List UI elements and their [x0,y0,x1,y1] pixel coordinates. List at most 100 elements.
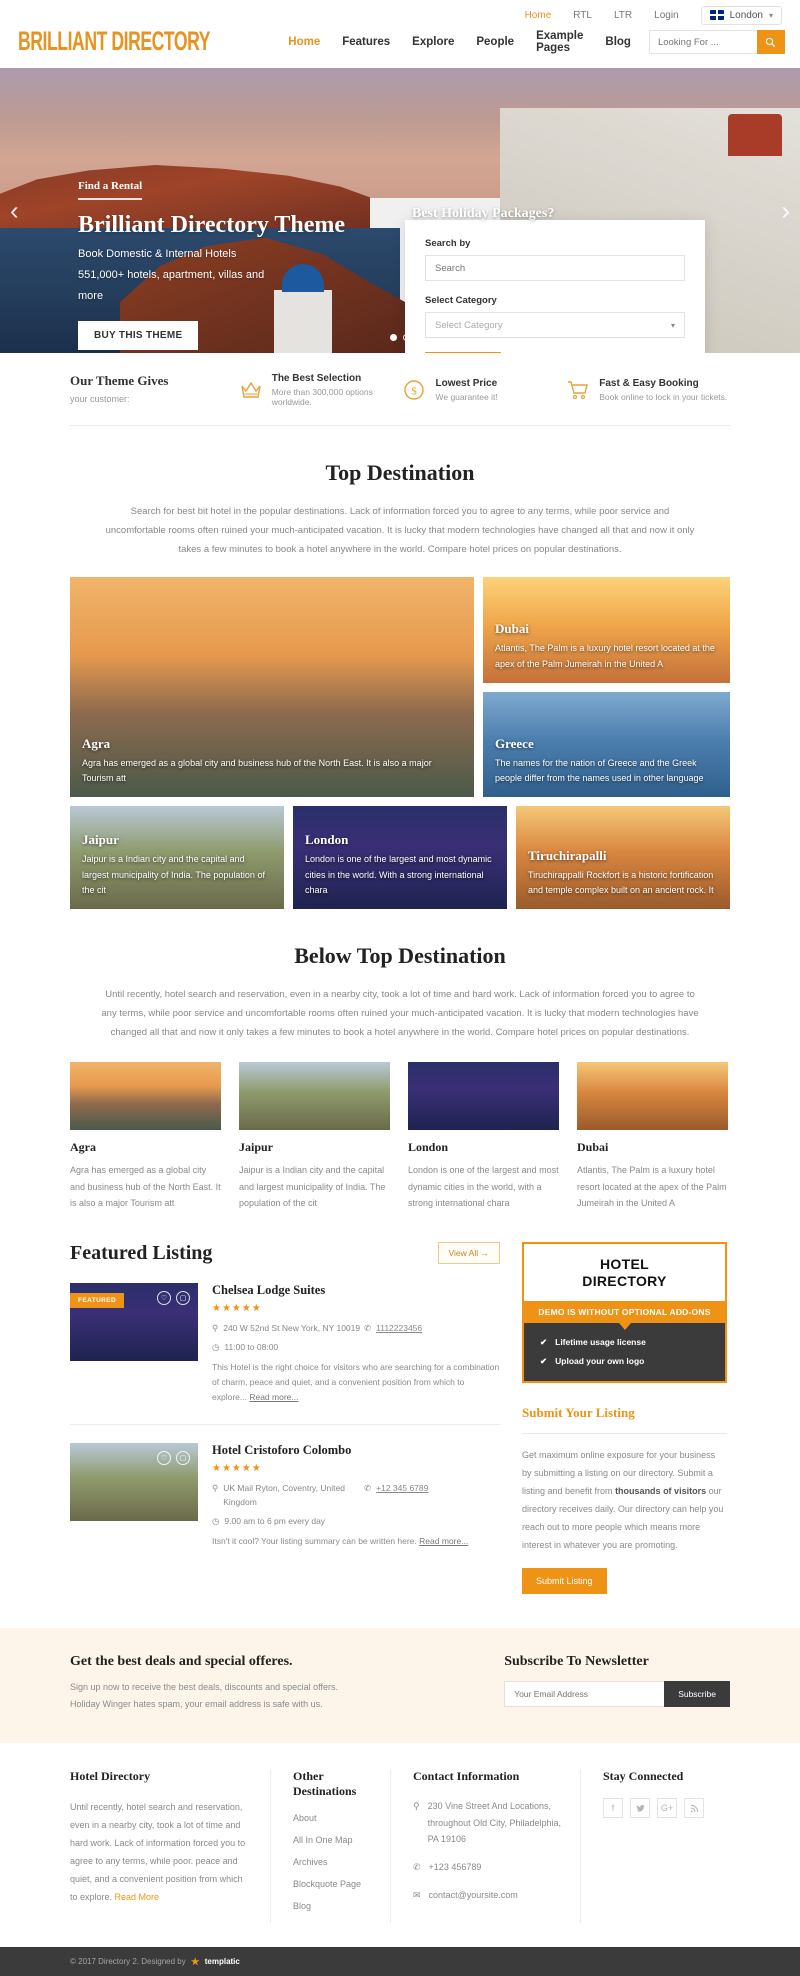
read-more-link[interactable]: Read more... [249,1392,298,1402]
destination-name: Jaipur [82,831,119,847]
favorite-heart-icon[interactable]: ♡ [157,1450,171,1465]
nav-item-blog[interactable]: Blog [605,36,631,48]
slider-prev-arrow[interactable]: ‹ [10,195,19,226]
destination-tile-greece[interactable]: Greece The names for the nation of Greec… [483,691,730,797]
nav-item-home[interactable]: Home [288,36,320,48]
feature-title: Lowest Price [435,378,498,389]
destination-tile-jaipur[interactable]: Jaipur Jaipur is a Indian city and the c… [70,806,284,909]
footer-link-blockquote-page[interactable]: Blockquote Page [293,1879,372,1889]
hero-search-input[interactable] [425,255,685,281]
listing-hours: 9.00 am to 6 pm every day [224,1516,326,1527]
topbar-link-rtl[interactable]: RTL [573,10,592,21]
check-icon: ✔ [540,1355,548,1366]
page-root: Home RTL LTR Login London ▾ BRILLIANT DI… [0,0,800,1976]
nav-item-people[interactable]: People [476,36,514,48]
topbar-link-ltr[interactable]: LTR [614,10,632,21]
google-plus-icon[interactable]: G+ [657,1798,677,1819]
below-destination-title: Below Top Destination [294,943,506,968]
favorite-heart-icon[interactable]: ♡ [157,1290,171,1305]
feature-lead-title: Our Theme Gives [70,373,169,388]
promo-banner[interactable]: HOTEL DIRECTORY DEMO IS WITHOUT OPTIONAL… [522,1241,727,1383]
listing-item[interactable]: FEATURED ♡ ▢ Chelsea Lodge Suites ★★★★★ … [70,1265,500,1424]
nav-item-explore[interactable]: Explore [412,36,454,48]
language-selector[interactable]: London ▾ [700,5,782,25]
language-label: London [729,9,763,21]
top-destination-lead: Search for best bit hotel in the popular… [105,506,695,555]
feature-lowest-price: $ Lowest Price We guarantee it! [402,378,566,402]
select-category-label: Select Category [425,295,497,306]
submit-text-bold: thousands of visitors [615,1485,707,1496]
footer-link-blog[interactable]: Blog [293,1901,372,1911]
slider-dot-1[interactable] [390,334,397,341]
destination-card-dubai[interactable]: Dubai Atlantis, The Palm is a luxury hot… [577,1062,728,1212]
category-select-value: Select Category [435,319,503,331]
destination-tile-london[interactable]: London London is one of the largest and … [293,806,507,909]
footer-about-body: Until recently, hotel search and reserva… [70,1802,246,1903]
card-title: Jaipur [239,1140,274,1154]
hero-text-block: Find a Rental Brilliant Directory Theme … [78,176,348,351]
slider-next-arrow[interactable]: › [781,195,790,226]
newsletter-form-block: Subscribe To Newsletter Subscribe [504,1654,730,1713]
read-more-link[interactable]: Read more... [419,1536,468,1546]
featured-listing-main: Featured Listing View All → FEATURED ♡ ▢… [70,1242,500,1594]
twitter-icon[interactable] [630,1798,650,1819]
destination-grid: Agra Agra has emerged as a global city a… [70,577,730,909]
topbar-link-home[interactable]: Home [525,10,552,21]
footer-link-all-in-one-map[interactable]: All In One Map [293,1835,372,1845]
destination-card-london[interactable]: London London is one of the largest and … [408,1062,559,1212]
footer-col-social: Stay Connected f G+ [580,1769,730,1924]
listing-name[interactable]: Hotel Cristoforo Colombo [212,1443,500,1458]
below-destination-lead: Until recently, hotel search and reserva… [101,989,699,1038]
nav-item-example-pages[interactable]: Example Pages [536,30,583,54]
page-title: Top Destination [325,460,475,485]
footer-col-contact: Contact Information ⚲ 230 Vine Street An… [390,1769,580,1924]
topbar-link-login[interactable]: Login [654,10,678,21]
feature-title: Fast & Easy Booking [599,378,699,389]
destination-tile-dubai[interactable]: Dubai Atlantis, The Palm is a luxury hot… [483,577,730,683]
promo-point: ✔ Lifetime usage license [540,1337,711,1348]
view-all-button[interactable]: View All → [437,1242,500,1265]
destination-card-agra[interactable]: Agra Agra has emerged as a global city a… [70,1062,221,1212]
footer-read-more-link[interactable]: Read More [115,1892,160,1902]
promo-title-line2: DIRECTORY [582,1273,667,1290]
submit-listing-text: Get maximum online exposure for your bus… [522,1446,727,1554]
listing-item[interactable]: ♡ ▢ Hotel Cristoforo Colombo ★★★★★ ⚲ UK … [70,1423,500,1568]
slider-dot-2[interactable] [403,334,410,341]
destination-tile-agra[interactable]: Agra Agra has emerged as a global city a… [70,577,474,797]
listing-info: Chelsea Lodge Suites ★★★★★ ⚲ 240 W 52nd … [212,1283,500,1406]
listing-phone[interactable]: +12 345 6789 [376,1481,428,1511]
hero-search-button[interactable]: Search [425,352,501,353]
footer-email[interactable]: contact@yoursite.com [429,1887,518,1904]
email-field[interactable] [504,1680,665,1707]
hero-subtitle-line1: Book Domestic & Internal Hotels [78,248,237,261]
subscribe-form: Subscribe [504,1680,730,1707]
featured-listing-section: Featured Listing View All → FEATURED ♡ ▢… [70,1241,730,1594]
search-input[interactable] [648,30,757,54]
listing-name[interactable]: Chelsea Lodge Suites [212,1283,500,1298]
rss-icon[interactable] [684,1798,704,1819]
comment-bubble-icon[interactable]: ▢ [176,1450,190,1465]
listing-phone[interactable]: 1112223456 [376,1321,422,1336]
site-logo[interactable]: BRILLIANT DIRECTORY [18,26,211,57]
copyright-text: © 2017 Directory 2. Designed by [70,1957,186,1967]
search-by-label: Search by [425,238,471,249]
footer-link-about[interactable]: About [293,1813,372,1823]
destination-desc: Agra has emerged as a global city and bu… [82,757,432,784]
footer-link-archives[interactable]: Archives [293,1857,372,1867]
search-button[interactable] [756,30,785,54]
hero-subtitle: Book Domestic & Internal Hotels 551,000+… [78,244,348,307]
footer-phone[interactable]: +123 456789 [429,1859,482,1876]
footer-col-title: Hotel Directory [70,1769,151,1784]
facebook-icon[interactable]: f [603,1798,623,1819]
feature-best-selection: The Best Selection More than 300,000 opt… [239,373,403,407]
nav-item-features[interactable]: Features [342,36,390,48]
footer-col-title: Other Destinations [293,1769,357,1799]
destination-tile-tiruchirapalli[interactable]: Tiruchirapalli Tiruchirappalli Rockfort … [516,806,730,909]
footer-address-row: ⚲ 230 Vine Street And Locations, through… [413,1798,562,1848]
envelope-icon: ✉ [413,1889,421,1900]
submit-listing-button[interactable]: Submit Listing [522,1567,607,1594]
destination-card-jaipur[interactable]: Jaipur Jaipur is a Indian city and the c… [239,1062,390,1212]
comment-bubble-icon[interactable]: ▢ [176,1290,190,1305]
subscribe-button[interactable]: Subscribe [664,1680,730,1707]
newsletter-text-line1: Sign up now to receive the best deals, d… [70,1681,338,1692]
